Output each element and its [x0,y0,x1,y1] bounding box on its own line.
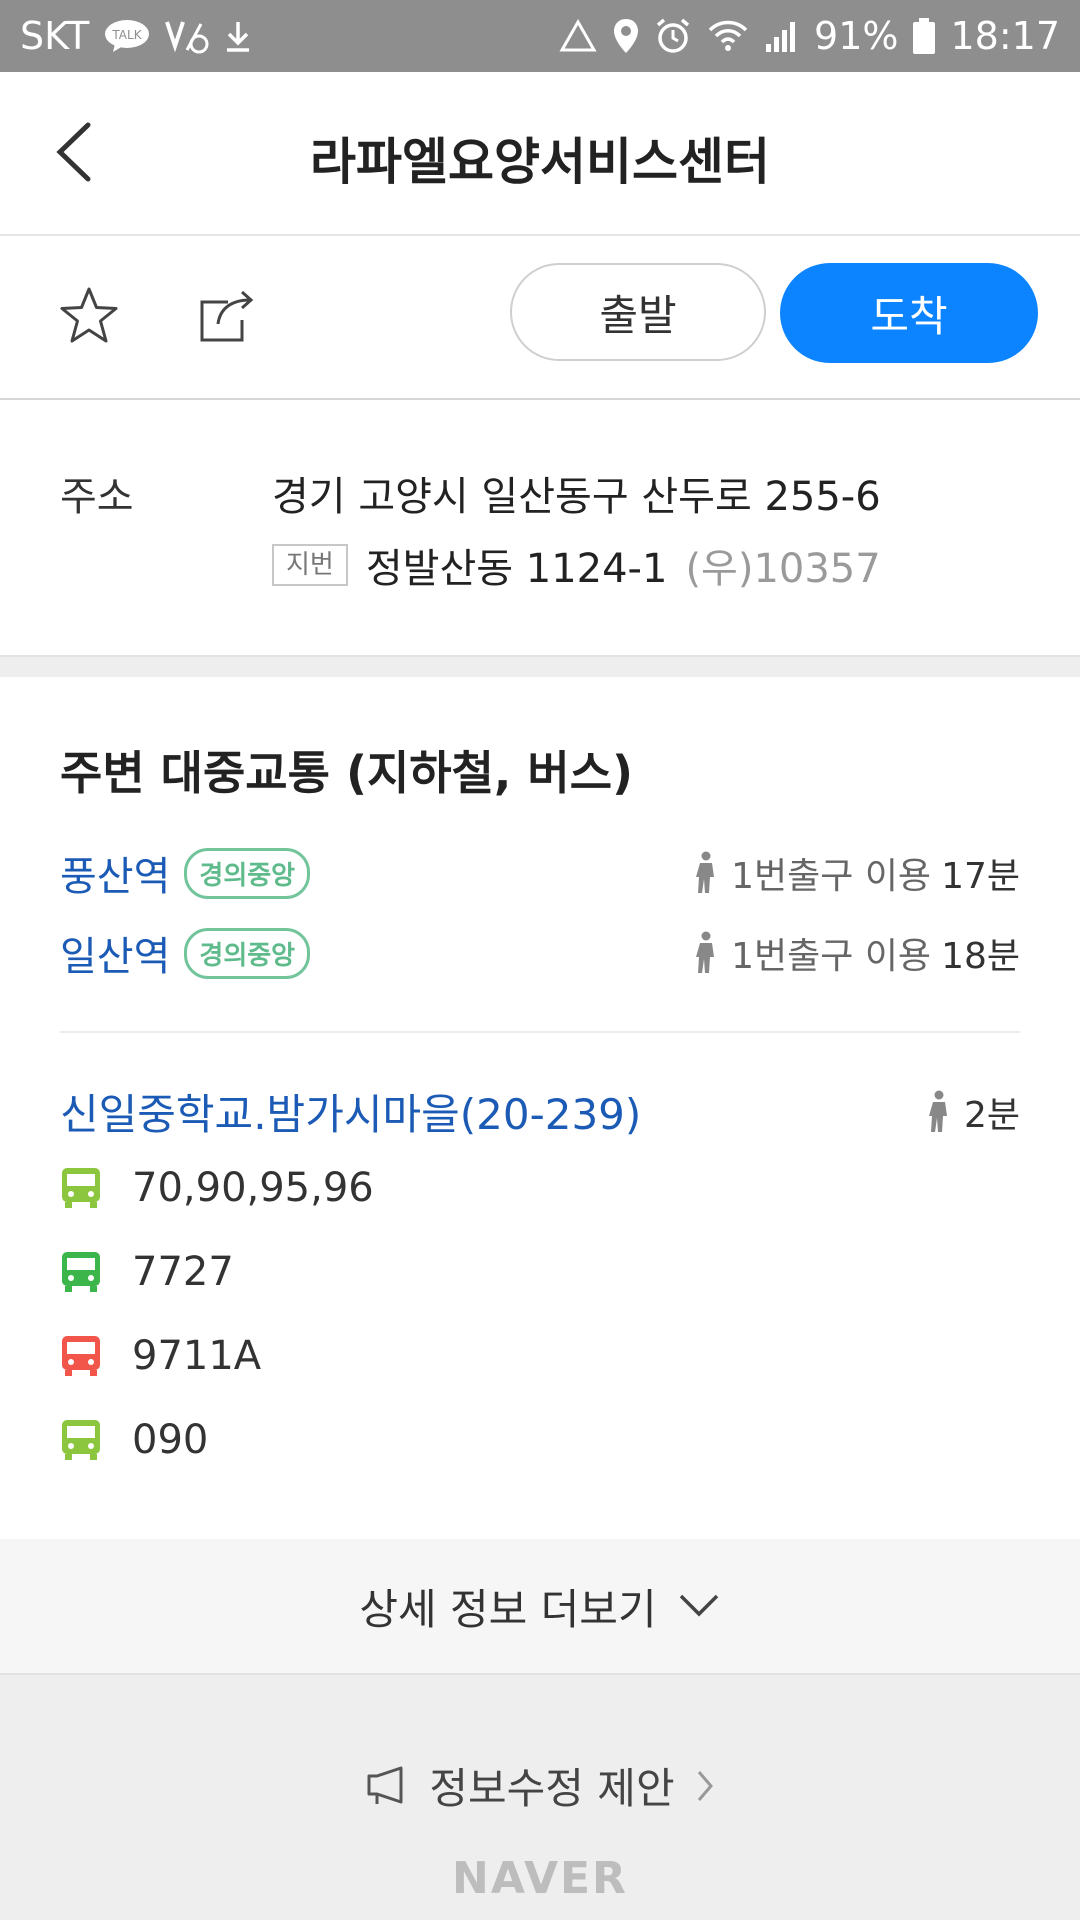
walking-icon [696,851,715,893]
battery-icon [912,17,936,55]
chevron-right-icon [697,1770,713,1801]
alarm-icon [654,17,692,55]
bus-stop-name[interactable]: 신일중학교.밤가시마을(20-239) [60,1081,641,1142]
share-icon [200,290,254,342]
more-details-button[interactable]: 상세 정보 더보기 [0,1539,1080,1675]
wifi-icon [706,18,750,54]
walking-icon [696,931,715,973]
walk-exit-label: 1번출구 이용 [731,856,932,897]
clock-time: 18:17 [950,14,1060,58]
naver-logo: NAVER [452,1853,628,1904]
section-divider [0,655,1080,677]
transit-section: 주변 대중교통 (지하철, 버스) 풍산역 경의중앙 1번출구 이용 17분 일… [0,677,1080,1539]
bus-route-row[interactable]: 9711A [60,1333,261,1379]
title-bar: 라파엘요양서비스센터 [0,72,1080,236]
station-row[interactable]: 풍산역 경의중앙 1번출구 이용 17분 [60,845,1020,901]
address-section: 주소 경기 고양시 일산동구 산두로 255-6 지번 정발산동 1124-1 … [0,400,1080,655]
bus-stop-row[interactable]: 신일중학교.밤가시마을(20-239) 2분 [60,1081,1020,1142]
location-icon [612,17,640,55]
walk-exit-label: 1번출구 이용 [731,936,932,977]
share-button[interactable] [198,288,256,348]
road-address: 경기 고양시 일산동구 산두로 255-6 [272,474,881,520]
transit-divider [60,1031,1020,1033]
action-bar: 출발 도착 [0,236,1080,400]
bus-route-number[interactable]: 70,90,95,96 [132,1165,374,1211]
walking-icon [928,1090,947,1132]
bus-route-row[interactable]: 7727 [60,1249,234,1295]
bus-route-number[interactable]: 9711A [132,1333,261,1379]
favorite-button[interactable] [58,286,120,350]
bus-route-row[interactable]: 70,90,95,96 [60,1165,374,1211]
bus-icon [62,1336,100,1376]
walk-time: 2분 [963,1094,1020,1136]
station-name[interactable]: 일산역 [60,924,170,982]
carrier-label: SKT [20,14,90,58]
page-title: 라파엘요양서비스센터 [310,133,770,191]
kakaotalk-icon: TALK [103,18,151,54]
bus-route-row[interactable]: 090 [60,1417,208,1463]
transit-title: 주변 대중교통 (지하철, 버스) [60,746,634,800]
walk-time: 18분 [941,936,1020,977]
battery-percent: 91% [814,14,899,58]
station-row[interactable]: 일산역 경의중앙 1번출구 이용 18분 [60,925,1020,981]
depart-button[interactable]: 출발 [510,263,766,361]
station-name[interactable]: 풍산역 [60,844,170,902]
lot-address-row: 지번 정발산동 1124-1 (우)10357 [272,536,881,594]
more-details-label: 상세 정보 더보기 [359,1584,657,1634]
address-label: 주소 [60,474,134,520]
bus-icon [62,1252,100,1292]
line-badge: 경의중앙 [184,847,311,899]
line-badge: 경의중앙 [184,927,311,979]
arrive-button[interactable]: 도착 [780,263,1038,363]
footer: 정보수정 제안 NAVER [0,1675,1080,1920]
signal-icon [764,18,800,54]
volte-icon [165,16,209,56]
talk-label: TALK [112,28,143,42]
status-bar: SKT TALK 91% 18:17 [0,0,1080,72]
bus-route-number[interactable]: 090 [132,1417,208,1463]
chevron-down-icon [679,1594,718,1617]
postal-code: (우)10357 [685,546,881,592]
bus-icon [62,1420,100,1460]
bus-icon [62,1168,100,1208]
walk-time: 17분 [941,856,1020,897]
suggest-edit-link[interactable]: 정보수정 제안 [0,1755,1080,1816]
suggest-edit-label: 정보수정 제안 [429,1764,675,1813]
bus-route-number[interactable]: 7727 [132,1249,234,1295]
recycle-icon [558,18,598,54]
star-icon [60,287,118,343]
jibun-badge: 지번 [272,544,348,586]
download-icon [223,18,253,54]
megaphone-icon [367,1766,403,1804]
lot-address: 정발산동 1124-1 [365,546,668,592]
